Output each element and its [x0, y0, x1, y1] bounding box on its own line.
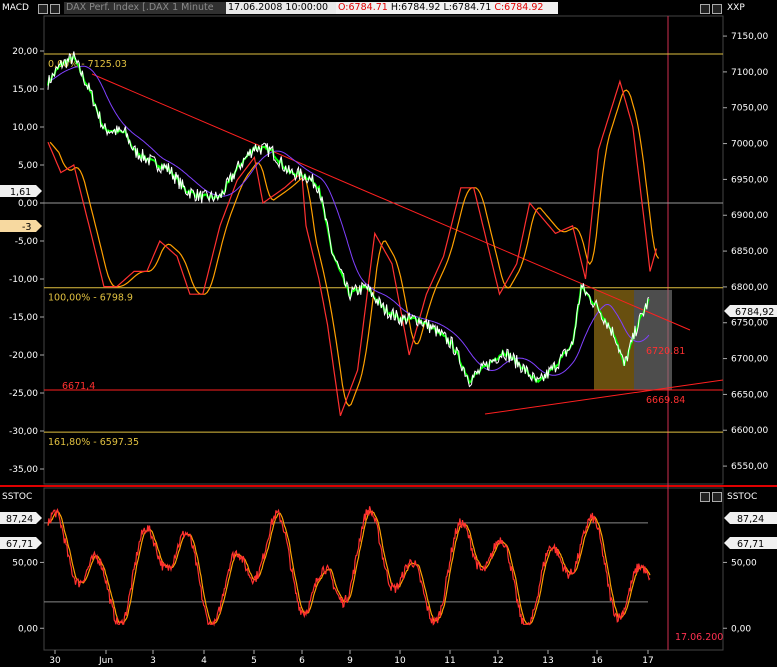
y-left-tick-label: 10,00: [12, 123, 38, 133]
macd-line: [47, 79, 658, 417]
sstoc-left-label: SSTOC: [2, 492, 33, 502]
x-tick-label: 6: [299, 656, 305, 666]
highlight-box-gray: [634, 290, 672, 390]
x-tick-label: 16: [591, 656, 603, 666]
x-tick-label: 4: [201, 656, 207, 666]
support-level-label: 6671,4: [62, 381, 95, 392]
stoch-panel-frame: [43, 487, 724, 651]
y-left-tick-label: -10,00: [9, 275, 38, 285]
stoch-restore-icon[interactable]: [700, 492, 710, 502]
stoch-k-line: [47, 506, 651, 627]
y-right-tick-label: 7000,00: [731, 140, 768, 150]
y-right-tick-label: 7050,00: [731, 104, 768, 114]
y-left-tick-label: -25,00: [9, 389, 38, 399]
stoch-left-tick-label: 50,00: [12, 558, 38, 568]
price-smooth-line: [47, 51, 650, 385]
x-tick-label: 10: [394, 656, 406, 666]
stoch-right-tick-label: 0,00: [731, 624, 751, 634]
x-tick-label: 3: [150, 656, 156, 666]
sstoc-right-label: SSTOC: [727, 492, 758, 502]
stoch-right-tick-label: 50,00: [731, 558, 757, 568]
highlight-box-gold: [594, 290, 634, 390]
macd-signal-line: [49, 89, 660, 407]
x-tick-label: 12: [492, 656, 503, 666]
x-tick-label: 17: [642, 656, 653, 666]
annotation-6720: 6720.81: [646, 346, 685, 357]
y-left-tick-label: 15,00: [12, 85, 38, 95]
price-line: [47, 51, 650, 388]
y-right-tick-label: 6700,00: [731, 355, 768, 365]
y-left-tick-label: 20,00: [12, 47, 38, 57]
x-tick-label: 11: [444, 656, 455, 666]
y-left-tick-label: -15,00: [9, 313, 38, 323]
y-right-tick-label: 6800,00: [731, 283, 768, 293]
chart-window: MACD DAX Perf. Index [.DAX 1 Minute 17.0…: [0, 0, 777, 667]
x-tick-label: 9: [347, 656, 353, 666]
y-right-tick-label: 6600,00: [731, 426, 768, 436]
y-right-tick-label: 7150,00: [731, 32, 768, 42]
downtrend-line[interactable]: [91, 73, 691, 331]
y-left-tick-label: -35,00: [9, 465, 38, 475]
y-left-tick-label: 0,00: [18, 199, 38, 209]
y-left-tick-label: -5,00: [15, 237, 39, 247]
stoch-close-icon[interactable]: [712, 492, 722, 502]
fib-level-label: 161,80% - 6597.35: [48, 437, 139, 448]
chart-svg: 7150,007100,007050,007000,006950,006900,…: [0, 15, 777, 666]
y-right-tick-label: 7100,00: [731, 68, 768, 78]
y-left-tick-label: -30,00: [9, 427, 38, 437]
fib-level-label: 100,00% - 6798.9: [48, 293, 133, 304]
y-right-tick-label: 6950,00: [731, 175, 768, 185]
y-right-tick-label: 6550,00: [731, 462, 768, 472]
stoch-left-tick-label: 0,00: [18, 624, 38, 634]
y-left-tick-label: 5,00: [18, 161, 38, 171]
stoch-d-line: [47, 509, 651, 626]
price-moving-average: [47, 65, 650, 376]
x-tick-label: 5: [251, 656, 257, 666]
annotation-6669: 6669.84: [646, 395, 685, 406]
y-right-tick-label: 6900,00: [731, 211, 768, 221]
y-left-tick-label: -20,00: [9, 351, 38, 361]
x-tick-label: 13: [542, 656, 553, 666]
y-right-tick-label: 6750,00: [731, 319, 768, 329]
y-right-tick-label: 6850,00: [731, 247, 768, 257]
y-right-tick-label: 6650,00: [731, 390, 768, 400]
x-tick-label: Jun: [98, 656, 113, 666]
x-tick-label: 30: [49, 656, 61, 666]
